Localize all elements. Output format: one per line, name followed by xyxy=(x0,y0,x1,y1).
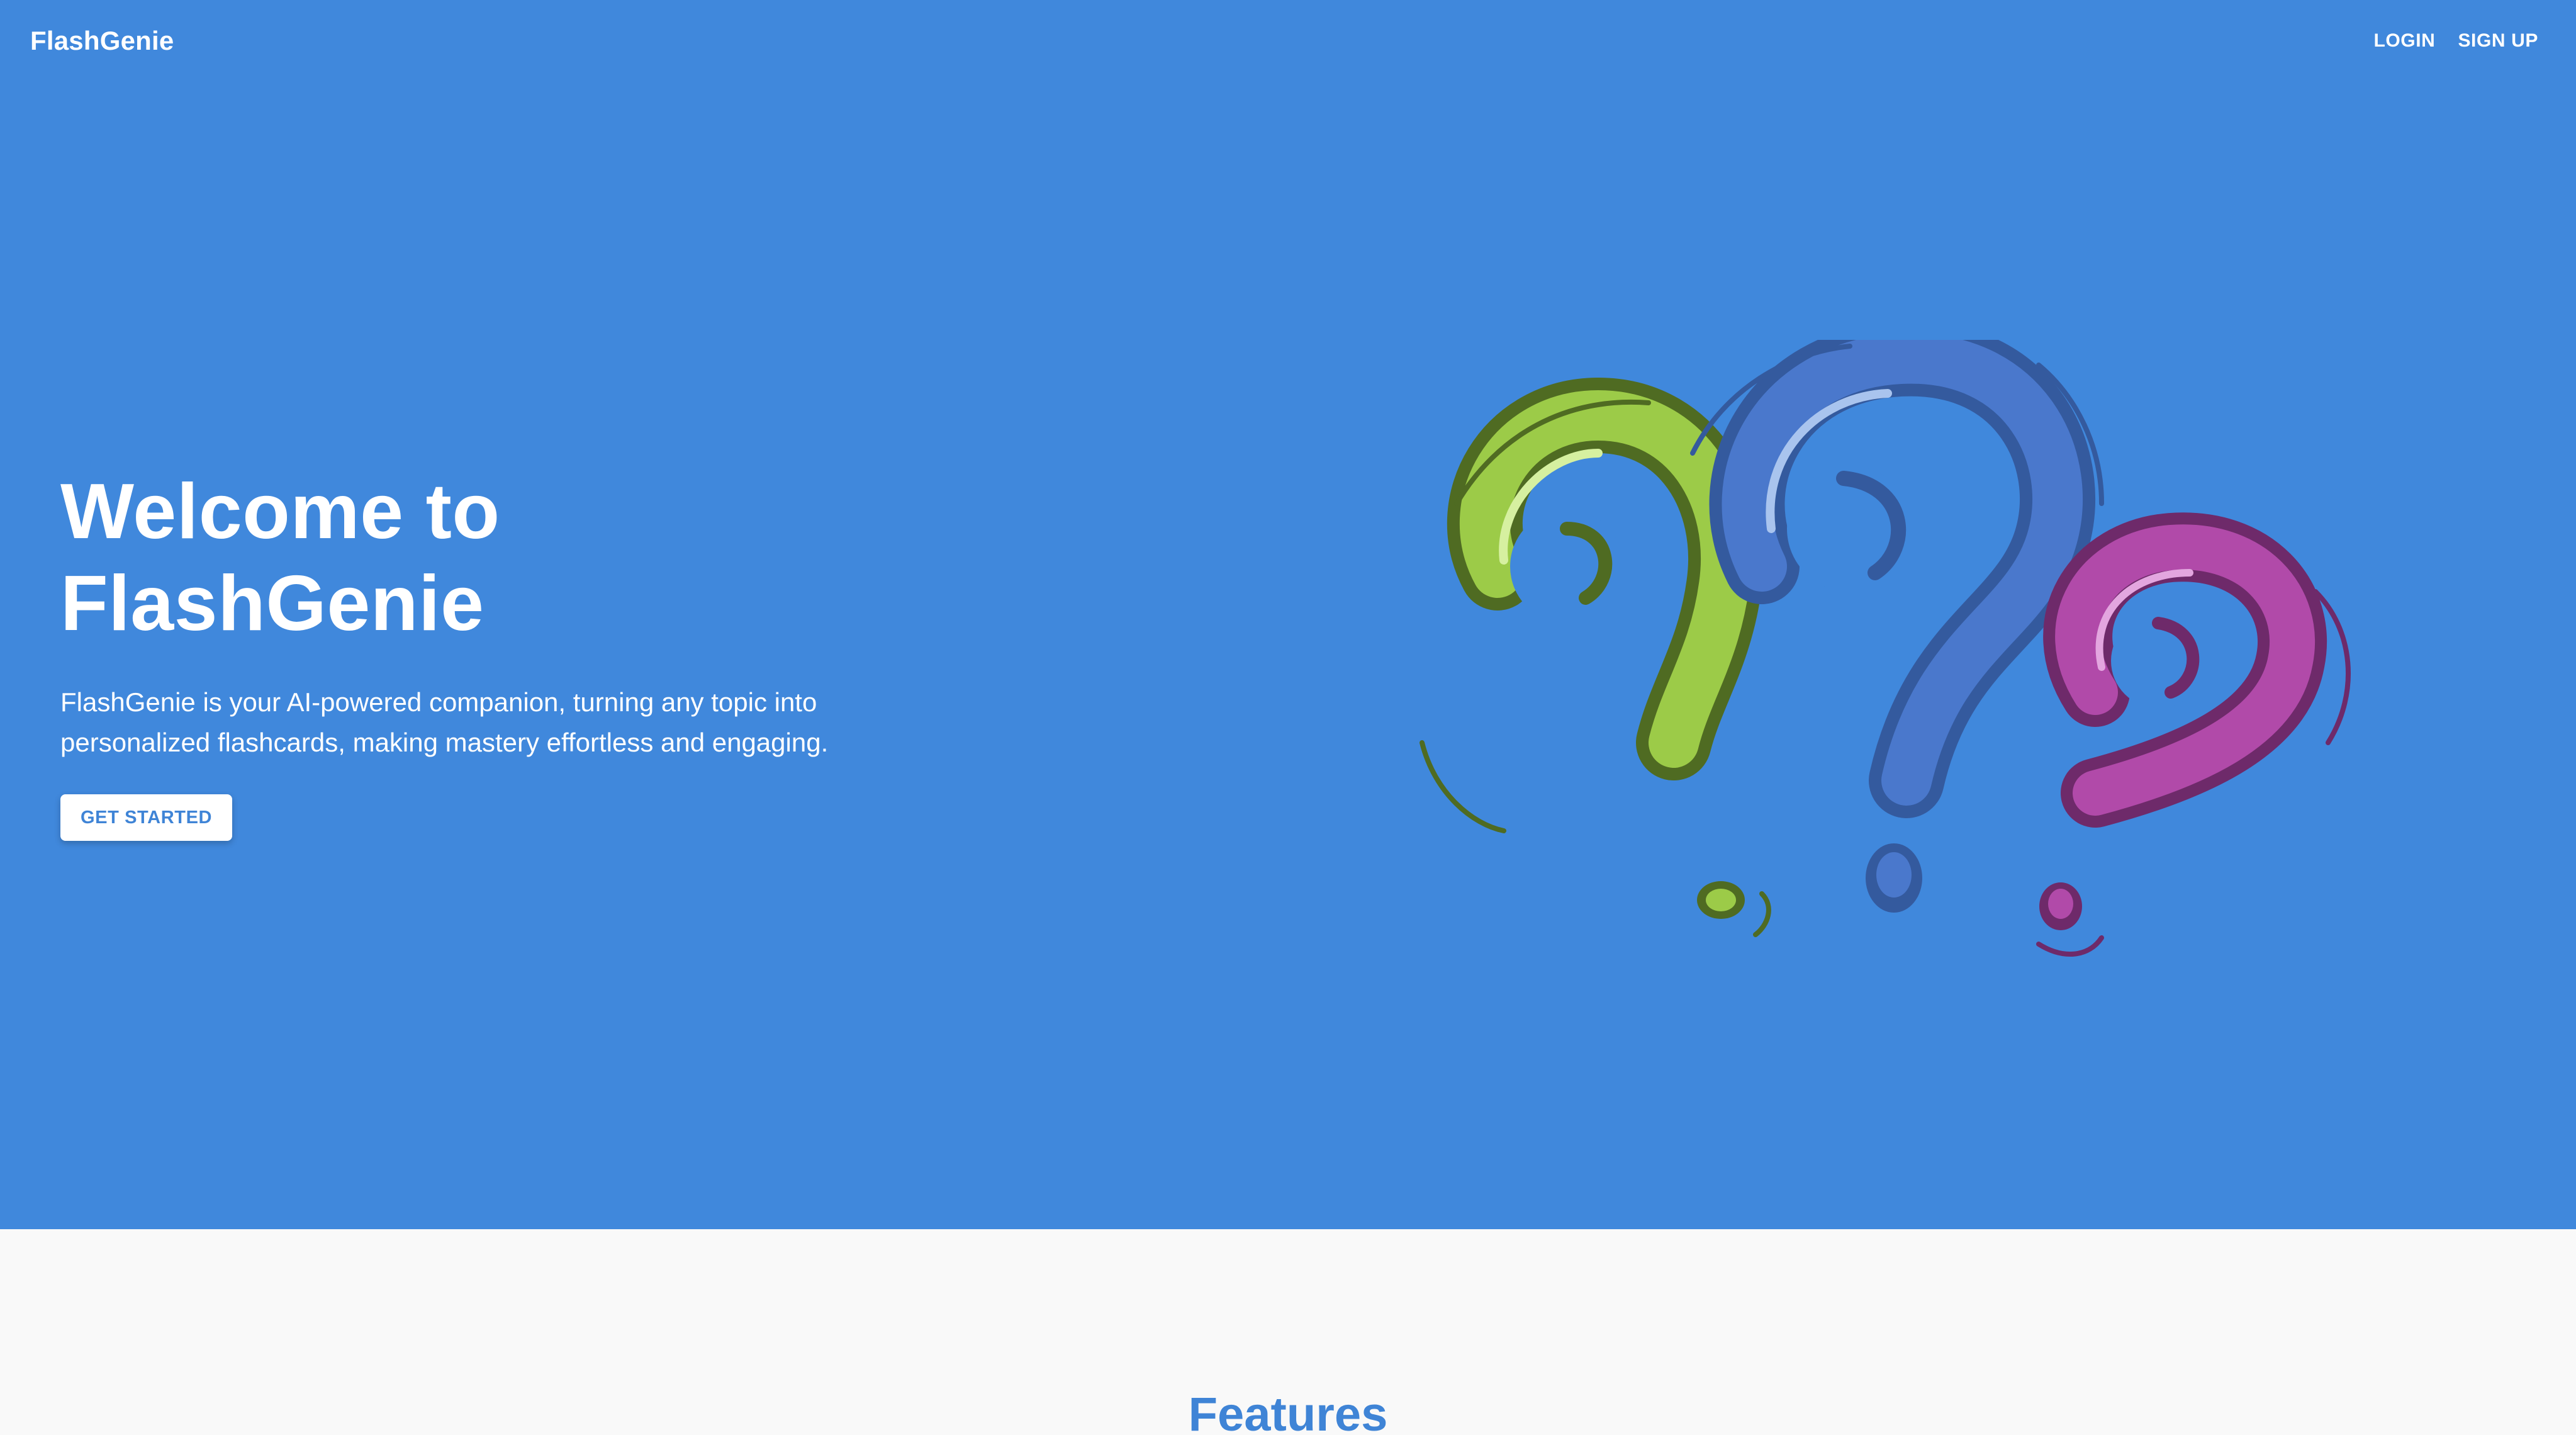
login-button[interactable]: LOGIN xyxy=(2373,25,2435,57)
hero-title-line-1: Welcome to xyxy=(60,468,500,555)
brand-logo[interactable]: FlashGenie xyxy=(30,26,174,56)
signup-button[interactable]: SIGN UP xyxy=(2458,25,2538,57)
question-marks-illustration xyxy=(1420,340,2351,957)
hero-title-line-2: FlashGenie xyxy=(60,560,484,647)
nav-actions: LOGIN SIGN UP xyxy=(2373,25,2538,57)
hero-description: FlashGenie is your AI-powered companion,… xyxy=(60,682,878,763)
top-navbar: FlashGenie LOGIN SIGN UP xyxy=(0,0,2576,82)
blue-question-mark-icon xyxy=(1690,340,2104,913)
hero-text-block: Welcome to FlashGenie FlashGenie is your… xyxy=(60,466,1004,841)
hero-section: FlashGenie LOGIN SIGN UP Welcome to Flas… xyxy=(0,0,2576,1229)
hero-title: Welcome to FlashGenie xyxy=(60,466,1004,650)
features-heading: Features xyxy=(1188,1388,1388,1435)
hero-description-line-1: FlashGenie is your AI-powered companion,… xyxy=(60,687,817,717)
get-started-button[interactable]: GET STARTED xyxy=(60,794,233,841)
magenta-question-mark-icon xyxy=(2036,512,2351,957)
features-section: Features xyxy=(0,1229,2576,1435)
landing-page: FlashGenie LOGIN SIGN UP Welcome to Flas… xyxy=(0,0,2576,1435)
hero-description-line-2: personalized flashcards, making mastery … xyxy=(60,728,829,757)
